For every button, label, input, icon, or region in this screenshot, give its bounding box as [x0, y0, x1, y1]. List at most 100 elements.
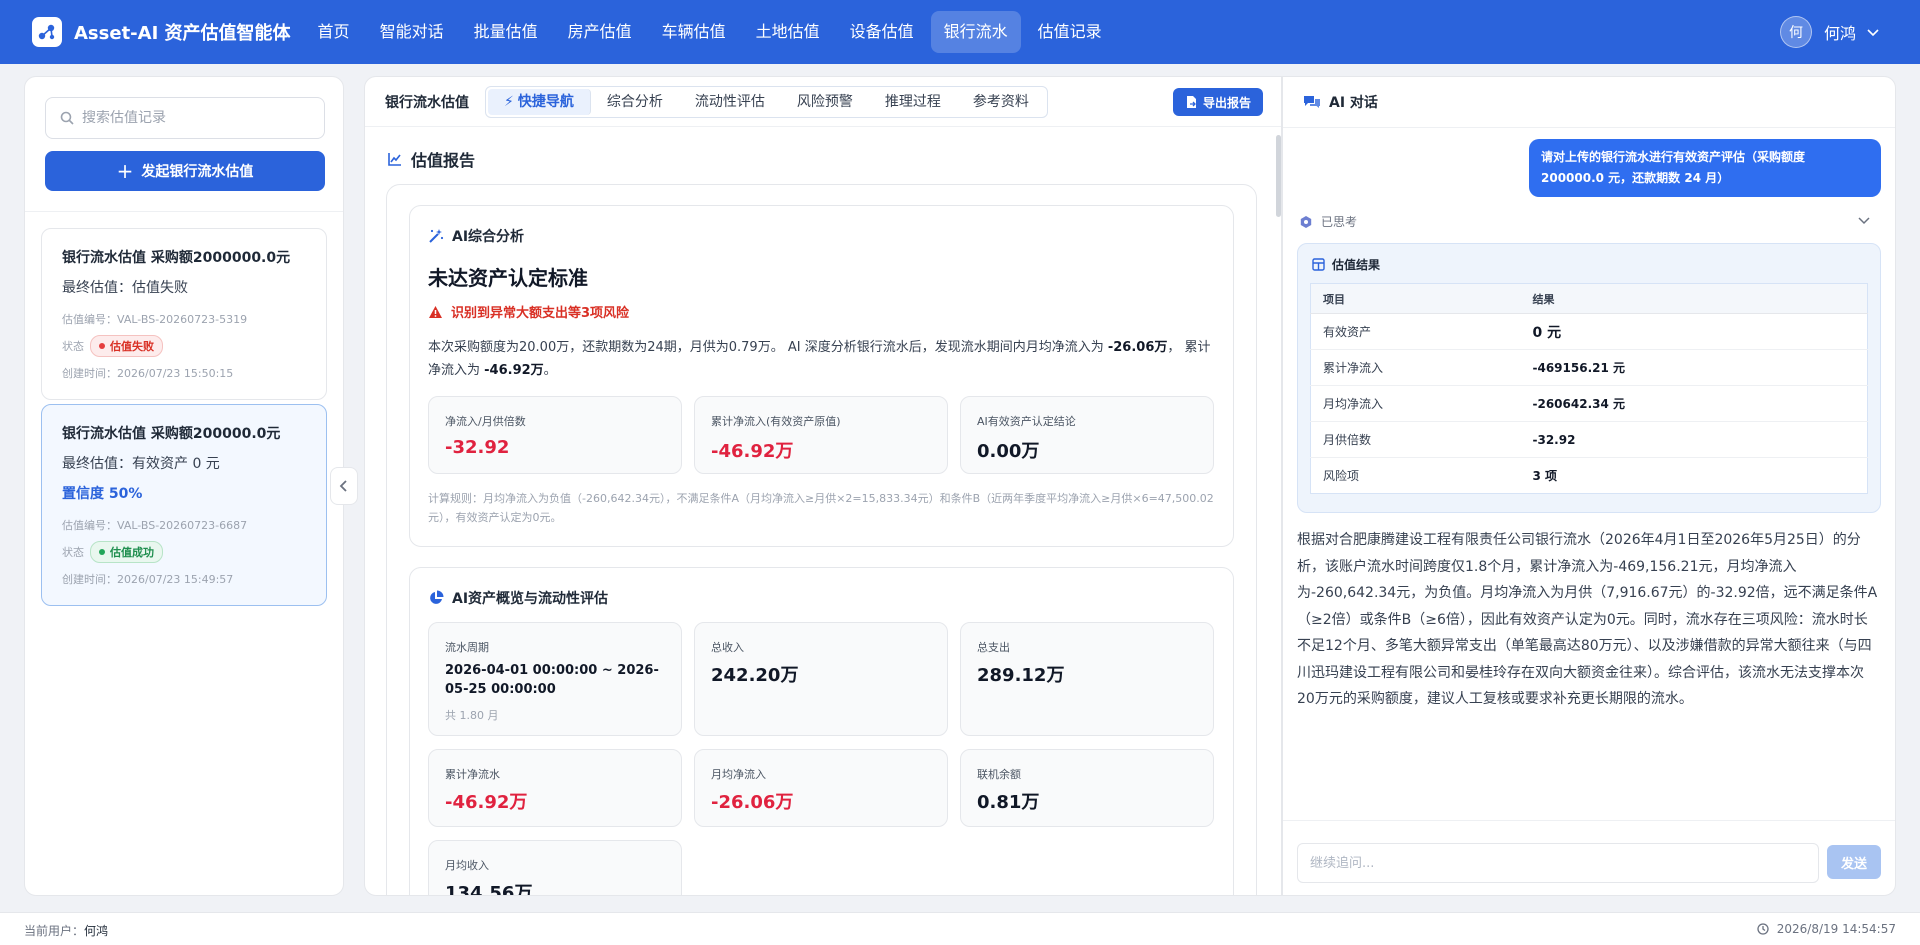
table-row: 风险项 3 项: [1310, 457, 1868, 494]
status-dot-icon: [99, 549, 105, 555]
new-valuation-button[interactable]: + 发起银行流水估值: [45, 151, 325, 191]
overview-item: 月均净流入 -26.06万: [694, 749, 948, 827]
records-sidebar: + 发起银行流水估值 银行流水估值 采购额2000000.0元 最终估值：估值失…: [24, 76, 344, 896]
table-header-row: 项目 结果: [1310, 283, 1868, 314]
analysis-conclusion: 未达资产认定标准: [428, 266, 588, 290]
metric-label: 累计净流入(有效资产原值): [711, 415, 841, 428]
table-cell: -32.92: [1520, 421, 1868, 458]
report-panel: 银行流水估值 ⚡ 快捷导航 综合分析 流动性评估 风险预警 推理过程 参考资料 导…: [364, 76, 1282, 896]
plus-icon: +: [116, 159, 134, 183]
tab-risk-warning[interactable]: 风险预警: [781, 89, 869, 115]
metric-value: -46.92万: [711, 441, 794, 462]
record-title: 银行流水估值 采购额200000.0元: [62, 426, 281, 442]
analysis-card: AI综合分析 未达资产认定标准 识别到异常大额支出等3项风险 本次采购额度为20…: [409, 205, 1234, 547]
export-report-button[interactable]: 导出报告: [1172, 88, 1263, 116]
table-row: 月供倍数 -32.92: [1310, 421, 1868, 458]
follow-up-input[interactable]: [1297, 843, 1819, 883]
table-cell: 月供倍数: [1310, 421, 1521, 458]
warning-icon: [429, 305, 442, 318]
top-navbar: Asset-AI 资产估值智能体 首页 智能对话 批量估值 房产估值 车辆估值 …: [0, 0, 1920, 64]
record-status-label: 状态: [62, 340, 84, 353]
collapse-sidebar-button[interactable]: [330, 467, 358, 505]
overview-heading: AI资产概览与流动性评估: [452, 591, 609, 607]
status-footer: 当前用户：何鸿 2026/8/19 14:54:57: [0, 912, 1920, 945]
nav-item-vehicle[interactable]: 车辆估值: [649, 11, 739, 53]
table-cell: 累计净流入: [1310, 349, 1521, 386]
user-menu[interactable]: 何 何鸿: [1779, 0, 1880, 64]
overview-value: 289.12万: [977, 665, 1065, 686]
overview-card: AI资产概览与流动性评估 流水周期 2026-04-01 00:00:00 ~ …: [409, 567, 1234, 896]
nav-item-chat[interactable]: 智能对话: [367, 11, 457, 53]
nav-item-land[interactable]: 土地估值: [743, 11, 833, 53]
app-logo-icon[interactable]: [32, 17, 62, 47]
overview-item: 总支出 289.12万: [960, 622, 1214, 736]
metric-label: AI有效资产认定结论: [977, 415, 1076, 428]
analysis-description: 本次采购额度为20.00万，还款期数为24期，月供为0.79万。 AI 深度分析…: [428, 336, 1218, 382]
status-badge-text: 估值成功: [110, 546, 154, 559]
overview-value: 134.56万: [445, 883, 533, 896]
status-badge: 估值成功: [90, 541, 163, 563]
nav-item-equipment[interactable]: 设备估值: [837, 11, 927, 53]
chevron-down-icon[interactable]: [1866, 25, 1880, 39]
report-tabs: ⚡ 快捷导航 综合分析 流动性评估 风险预警 推理过程 参考资料: [485, 85, 1048, 118]
send-button[interactable]: 发送: [1827, 845, 1881, 879]
report-section-title-text: 估值报告: [411, 151, 476, 170]
scrollbar-thumb[interactable]: [1276, 135, 1281, 217]
record-status-row: 状态 估值成功: [62, 541, 306, 563]
chat-title: AI 对话: [1329, 95, 1378, 111]
chevron-down-icon[interactable]: [1857, 213, 1871, 227]
chat-header: AI 对话: [1303, 77, 1378, 127]
overview-value: 0.81万: [977, 792, 1040, 813]
metric-card: 累计净流入(有效资产原值) -46.92万: [694, 396, 948, 474]
record-created: 创建时间：2026/07/23 15:50:15: [62, 367, 234, 380]
current-user-name: 何鸿: [84, 924, 109, 938]
tab-references[interactable]: 参考资料: [957, 89, 1045, 115]
desc-text: 本次采购额度为20.00万，还款期数为24期，月供为0.79万。 AI 深度分析…: [428, 340, 1108, 355]
table-cell: -260642.34 元: [1520, 385, 1868, 422]
nav-item-home[interactable]: 首页: [305, 11, 363, 53]
table-icon: [1312, 258, 1325, 271]
record-result: 最终估值：估值失败: [62, 280, 188, 296]
chat-bubbles-icon: [1304, 96, 1320, 108]
avatar[interactable]: 何: [1779, 16, 1812, 48]
table-cell: 0 元: [1520, 313, 1868, 350]
search-box[interactable]: [45, 97, 325, 139]
search-icon: [60, 111, 74, 125]
desc-monthly-net-inflow: -26.06万: [1107, 340, 1168, 355]
report-section-title: 估值报告: [387, 147, 475, 171]
metric-card: 净流入/月供倍数 -32.92: [428, 396, 682, 474]
thought-toggle[interactable]: 已思考: [1299, 213, 1881, 230]
tab-liquidity[interactable]: 流动性评估: [679, 89, 781, 115]
table-header: 项目: [1310, 283, 1521, 314]
overview-label: 月均收入: [445, 859, 489, 872]
record-id: 估值编号：VAL-BS-20260723-5319: [62, 313, 248, 326]
record-card[interactable]: 银行流水估值 采购额2000000.0元 最终估值：估值失败 估值编号：VAL-…: [41, 228, 327, 400]
current-time-text: 2026/8/19 14:54:57: [1776, 922, 1896, 936]
nav-item-bank-statement[interactable]: 银行流水: [930, 11, 1021, 53]
overview-item: 累计净流水 -46.92万: [428, 749, 682, 827]
status-badge: 估值失败: [90, 335, 163, 357]
search-input[interactable]: [82, 110, 302, 126]
metric-label: 净流入/月供倍数: [445, 415, 526, 428]
tab-quick-nav[interactable]: ⚡ 快捷导航: [488, 88, 591, 115]
overview-label: 联机余额: [977, 768, 1021, 781]
record-confidence: 置信度 50%: [62, 486, 143, 502]
table-header: 结果: [1520, 283, 1868, 314]
nav-item-property[interactable]: 房产估值: [555, 11, 645, 53]
table-cell: 3 项: [1520, 457, 1868, 494]
export-report-label: 导出报告: [1202, 95, 1251, 110]
nav-item-records[interactable]: 估值记录: [1025, 11, 1115, 53]
tab-overall-analysis[interactable]: 综合分析: [591, 89, 679, 115]
table-cell: 风险项: [1310, 457, 1521, 494]
record-card-selected[interactable]: 银行流水估值 采购额200000.0元 最终估值：有效资产 0 元 置信度 50…: [41, 404, 327, 606]
divider: [25, 211, 343, 212]
valuation-result-box: 估值结果 项目 结果 有效资产 0 元 累计净流入 -469156.21 元 月均净…: [1297, 243, 1881, 513]
overview-item: 联机余额 0.81万: [960, 749, 1214, 827]
overview-value: 242.20万: [711, 665, 799, 686]
user-name[interactable]: 何鸿: [1824, 20, 1856, 44]
record-created: 创建时间：2026/07/23 15:49:57: [62, 573, 234, 586]
current-user-label: 当前用户：: [24, 924, 85, 938]
tab-reasoning[interactable]: 推理过程: [869, 89, 957, 115]
nav-item-batch[interactable]: 批量估值: [461, 11, 551, 53]
status-dot-icon: [99, 343, 105, 349]
